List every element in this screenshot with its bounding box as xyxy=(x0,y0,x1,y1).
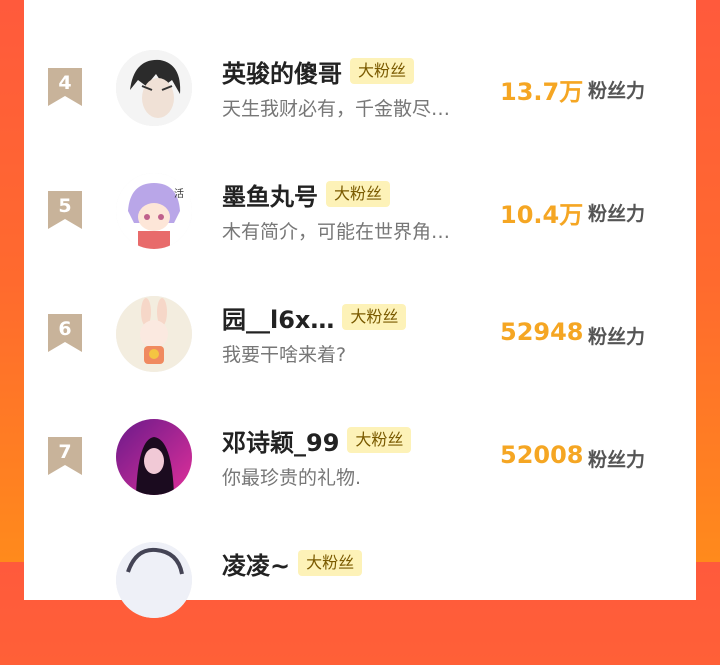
user-bio: 天生我财必有，千金散尽… xyxy=(222,98,451,120)
fan-tag: 大粉丝 xyxy=(326,181,391,207)
fan-tag: 大粉丝 xyxy=(298,550,363,576)
fan-score-label: 粉丝力 xyxy=(588,449,646,471)
user-bio: 你最珍贵的礼物. xyxy=(222,467,362,489)
avatar-image xyxy=(116,419,192,495)
rank-badge: 6 xyxy=(48,314,82,352)
user-name[interactable]: 凌凌~ xyxy=(222,546,290,581)
avatar[interactable] xyxy=(116,419,192,495)
user-name[interactable]: 邓诗颖_99 xyxy=(222,423,339,458)
fan-score: 13.7万 xyxy=(500,78,584,106)
avatar[interactable] xyxy=(116,296,192,372)
fan-score-label: 粉丝力 xyxy=(588,80,646,102)
fan-score-label: 粉丝力 xyxy=(588,326,646,348)
ranking-card: 4 英骏的傻哥 大粉丝 天生我财必有，千金散尽… 13.7万 粉丝力 5 活 墨… xyxy=(24,0,696,618)
rank-number: 5 xyxy=(58,195,72,217)
avatar[interactable] xyxy=(116,542,192,618)
avatar-image xyxy=(116,296,192,372)
fan-tag: 大粉丝 xyxy=(342,304,407,330)
rank-badge: 5 xyxy=(48,191,82,229)
ranking-row[interactable]: 凌凌~ 大粉丝 xyxy=(24,542,696,665)
avatar[interactable] xyxy=(116,50,192,126)
fan-tag: 大粉丝 xyxy=(347,427,412,453)
user-name[interactable]: 园__l6x… xyxy=(222,300,334,335)
ranking-row[interactable]: 6 园__l6x… 大粉丝 我要干啥来着? 52948 粉丝力 xyxy=(24,296,696,419)
ranking-row[interactable]: 5 活 墨鱼丸号 大粉丝 木有简介，可能在世界角… 10.4万 粉丝力 xyxy=(24,173,696,296)
rank-number: 7 xyxy=(58,441,72,463)
avatar-image: 活 xyxy=(116,173,192,249)
fan-score: 10.4万 xyxy=(500,201,584,229)
fan-tag: 大粉丝 xyxy=(350,58,415,84)
svg-text:活: 活 xyxy=(174,188,184,200)
rank-number: 6 xyxy=(58,318,72,340)
avatar-image xyxy=(116,542,192,618)
user-bio: 木有简介，可能在世界角… xyxy=(222,221,451,243)
fan-score: 52008 xyxy=(500,441,584,469)
avatar[interactable]: 活 xyxy=(116,173,192,249)
fan-score: 52948 xyxy=(500,318,584,346)
rank-number: 4 xyxy=(58,72,72,94)
ranking-row[interactable]: 4 英骏的傻哥 大粉丝 天生我财必有，千金散尽… 13.7万 粉丝力 xyxy=(24,50,696,173)
fan-score-label: 粉丝力 xyxy=(588,203,646,225)
ranking-row[interactable]: 7 邓诗颖_99 大粉丝 你最珍贵的礼物. 52008 粉丝力 xyxy=(24,419,696,542)
user-name[interactable]: 墨鱼丸号 xyxy=(222,177,318,212)
user-bio: 我要干啥来着? xyxy=(222,344,347,366)
rank-badge: 7 xyxy=(48,437,82,475)
user-name[interactable]: 英骏的傻哥 xyxy=(222,54,342,89)
avatar-image xyxy=(116,50,192,126)
rank-badge: 4 xyxy=(48,68,82,106)
